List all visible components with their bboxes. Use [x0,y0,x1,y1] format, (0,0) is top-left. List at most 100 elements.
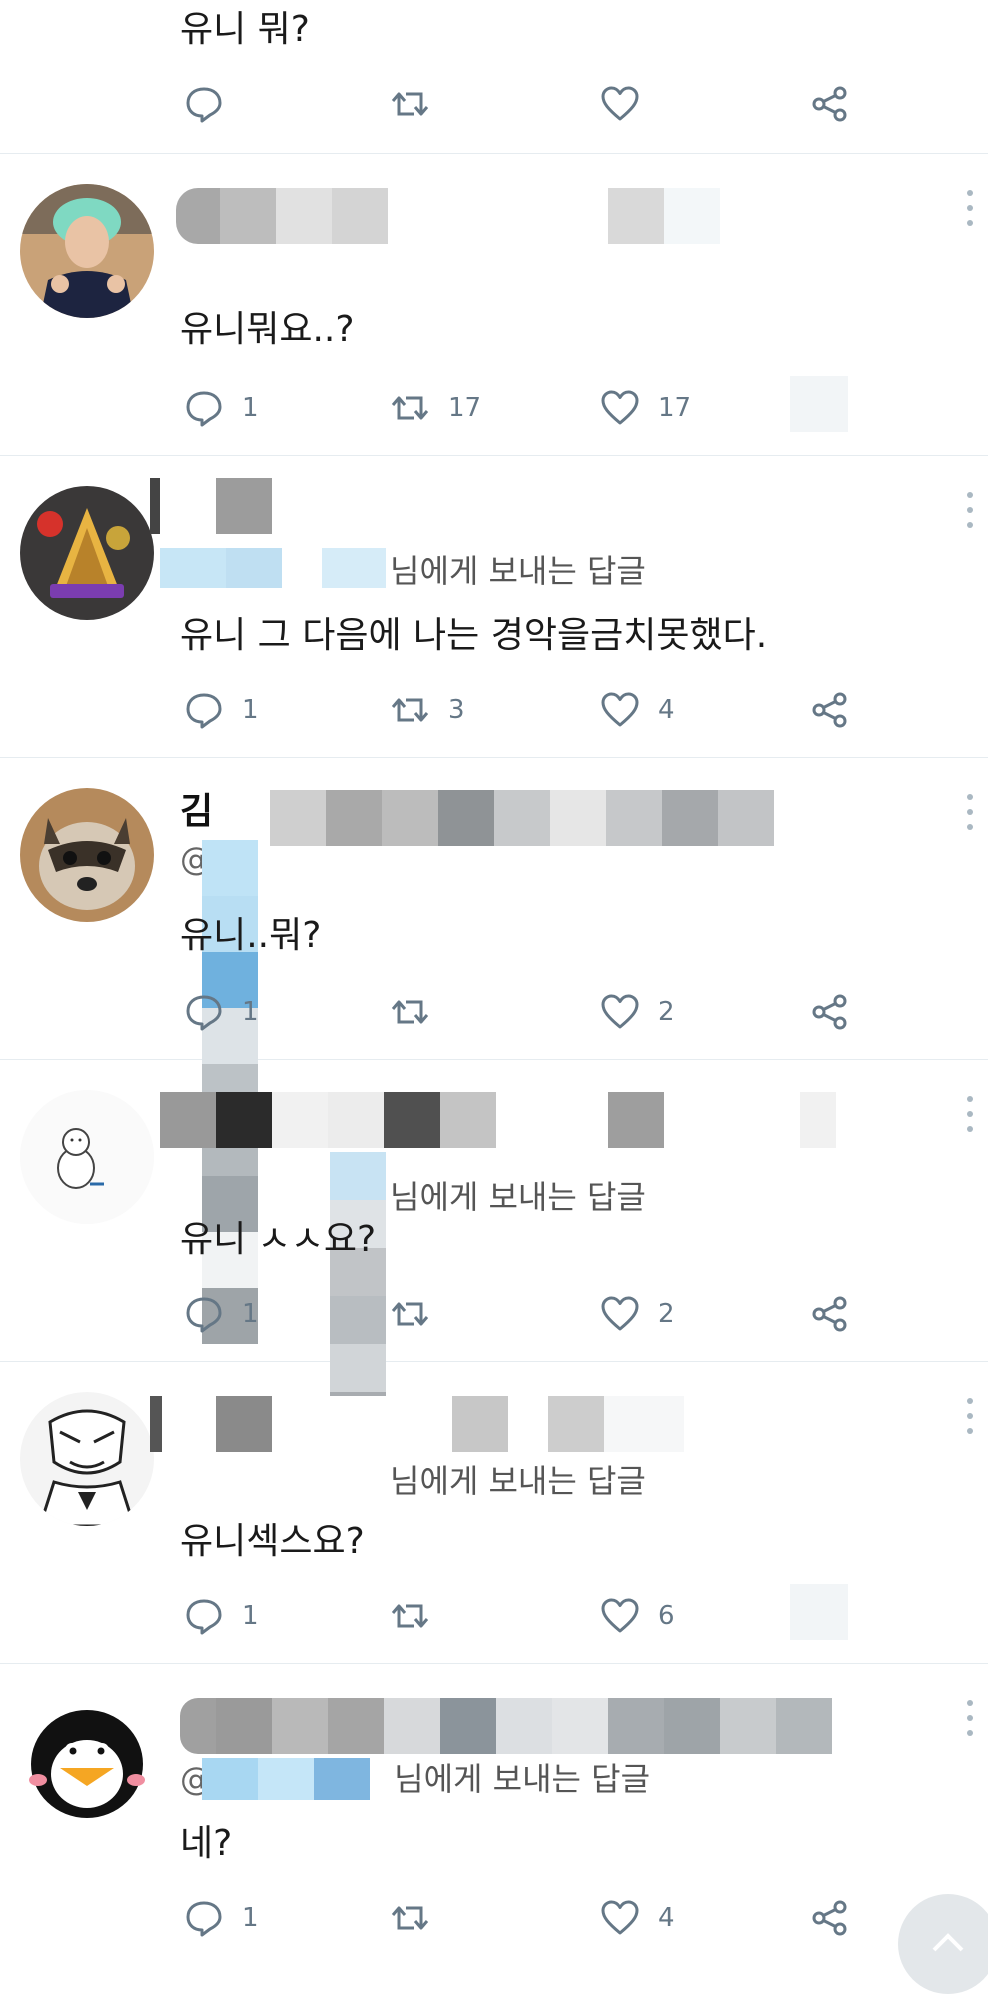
like-button[interactable]: 4 [600,680,675,740]
retweet-button[interactable] [390,1888,448,1948]
avatar-idol-image [20,184,154,318]
like-button[interactable] [600,74,640,134]
reply-button[interactable]: 1 [184,378,259,438]
share-button[interactable] [810,982,850,1042]
redacted-name [150,1386,820,1452]
scroll-to-top-button[interactable] [898,1894,988,1994]
tweet-top-partial: 유니 뭐? [0,0,988,154]
reply-icon [184,690,224,730]
tweet-text: 유니 그 다음에 나는 경악을금치못했다. [180,615,768,656]
share-button-obscured[interactable] [790,374,848,434]
share-button[interactable] [810,1284,850,1344]
more-options-icon[interactable] [966,492,974,528]
reply-count: 1 [242,1601,259,1631]
more-options-icon[interactable] [966,1700,974,1736]
retweet-count: 3 [448,695,465,725]
reply-to-line: 님에게 보내는 답글 [160,548,646,596]
reply-icon [184,992,224,1032]
retweet-count: 17 [448,393,482,423]
reply-button[interactable]: 1 [184,680,259,740]
reply-to-line: 님에게 보내는 답글 [180,1456,646,1502]
redacted-name [180,1688,860,1754]
reply-to-text: 님에게 보내는 답글 [394,1760,651,1798]
share-button[interactable] [810,680,850,740]
retweet-button[interactable]: 17 [390,378,481,438]
reply-count: 1 [242,1903,259,1933]
like-button[interactable]: 2 [600,1284,675,1344]
reply-icon [184,84,224,124]
reply-to-text: 님에게 보내는 답글 [390,552,646,590]
like-button[interactable]: 4 [600,1888,675,1948]
more-options-icon[interactable] [966,190,974,226]
avatar-penguin[interactable] [20,1694,154,1828]
tweet-item[interactable]: 님에게 보내는 답글 유니 그 다음에 나는 경악을금치못했다. 1 3 4 [0,456,988,758]
retweet-button[interactable] [390,1284,448,1344]
tweet-text: 유니 ㅅㅅ요? [180,1219,377,1260]
reply-button[interactable]: 1 [184,1586,259,1646]
heart-icon [600,388,640,428]
reply-to-line: 님에게 보내는 답글 [180,1152,646,1440]
retweet-icon [390,690,430,730]
heart-icon [600,84,640,124]
reply-icon [184,1294,224,1334]
avatar-idol[interactable] [20,184,154,318]
like-count: 17 [658,393,692,423]
like-button[interactable]: 6 [600,1586,675,1646]
reply-button[interactable] [184,74,224,134]
heart-icon [600,1596,640,1636]
share-icon [810,84,850,124]
avatar-bear-image [20,1090,154,1224]
avatar-raccoon[interactable] [20,788,154,922]
share-button[interactable] [810,74,850,134]
tweet-item[interactable]: 유니뭐요..? 1 17 17 [0,154,988,456]
tweet-text: 유니 뭐? [180,9,310,50]
avatar-bear[interactable] [20,1090,154,1224]
tweet-item[interactable]: 김 @ 유니..뭐? 1 2 [0,758,988,1344]
avatar-sketch[interactable] [20,1392,154,1526]
chevron-up-icon [932,1933,964,1952]
heart-icon [600,690,640,730]
share-icon [810,690,850,730]
like-count: 4 [658,1903,675,1933]
retweet-icon [390,1596,430,1636]
retweet-icon [390,84,430,124]
name-text: 김 [180,791,214,832]
reply-button[interactable]: 1 [184,1888,259,1948]
reply-to-line: @ 님에게 보내는 답글 [180,1754,650,1800]
retweet-button[interactable] [390,74,430,134]
like-button[interactable]: 17 [600,378,691,438]
share-button-obscured[interactable] [790,1582,848,1642]
retweet-button[interactable] [390,982,448,1042]
more-options-icon[interactable] [966,794,974,830]
reply-button[interactable]: 1 [184,1284,259,1344]
share-icon [810,1294,850,1334]
reply-count: 1 [242,997,259,1027]
share-icon [810,1898,850,1938]
reply-count: 1 [242,695,259,725]
retweet-button[interactable]: 3 [390,680,465,740]
avatar-badge-image [20,486,154,620]
more-options-icon[interactable] [966,1096,974,1132]
like-count: 4 [658,695,675,725]
tweet-item[interactable]: @ 님에게 보내는 답글 네? 1 4 [0,1664,988,1994]
like-button[interactable]: 2 [600,982,675,1042]
redacted-name [176,178,740,244]
tweet-item[interactable]: 님에게 보내는 답글 유니섹스요? 1 6 [0,1362,988,1664]
avatar-penguin-image [20,1694,154,1828]
display-name: 김 [180,782,780,846]
reply-icon [184,1596,224,1636]
retweet-icon [390,992,430,1032]
share-button[interactable] [810,1888,850,1948]
tweet-item[interactable]: 님에게 보내는 답글 유니 ㅅㅅ요? 1 2 [0,1060,988,1440]
more-options-icon[interactable] [966,1398,974,1434]
avatar-ancient-badge[interactable] [20,486,154,620]
tweet-text: 유니..뭐? [180,915,322,956]
like-count: 6 [658,1601,675,1631]
reply-button[interactable]: 1 [184,982,259,1042]
heart-icon [600,1898,640,1938]
reply-count: 1 [242,393,259,423]
tweet-text: 유니뭐요..? [180,309,355,350]
retweet-button[interactable] [390,1586,448,1646]
reply-to-text: 님에게 보내는 답글 [390,1178,646,1216]
redacted-name [160,1084,970,1148]
